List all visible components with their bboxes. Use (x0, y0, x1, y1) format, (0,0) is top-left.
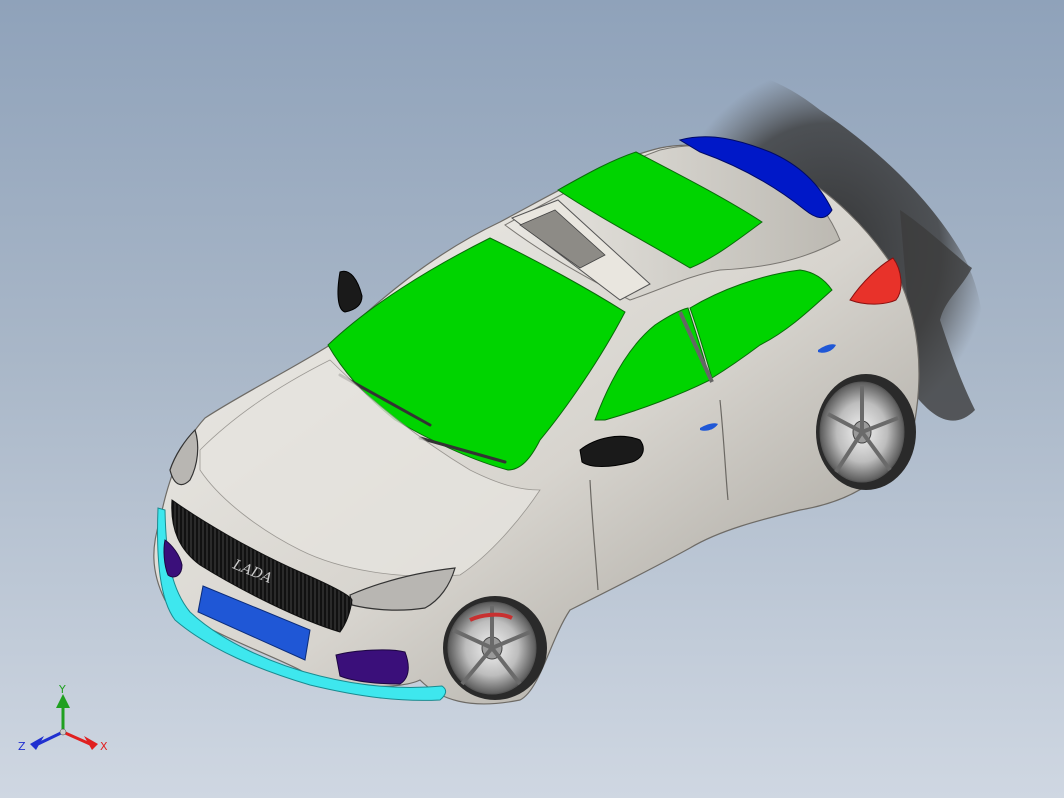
mirror-left (337, 270, 363, 313)
z-axis-label: Z (18, 740, 26, 753)
wheel-front (443, 596, 547, 700)
3d-viewport[interactable]: LADA Y X Z (0, 0, 1064, 798)
z-axis-arrow (30, 730, 64, 750)
x-axis-label: X (100, 740, 108, 753)
axis-triad: Y X Z (18, 684, 108, 753)
wheel-rear (816, 374, 916, 490)
x-axis-arrow (62, 730, 98, 750)
y-axis-label: Y (58, 684, 66, 696)
y-axis-arrow (56, 694, 70, 732)
car-model-scene[interactable]: LADA (0, 0, 1064, 798)
